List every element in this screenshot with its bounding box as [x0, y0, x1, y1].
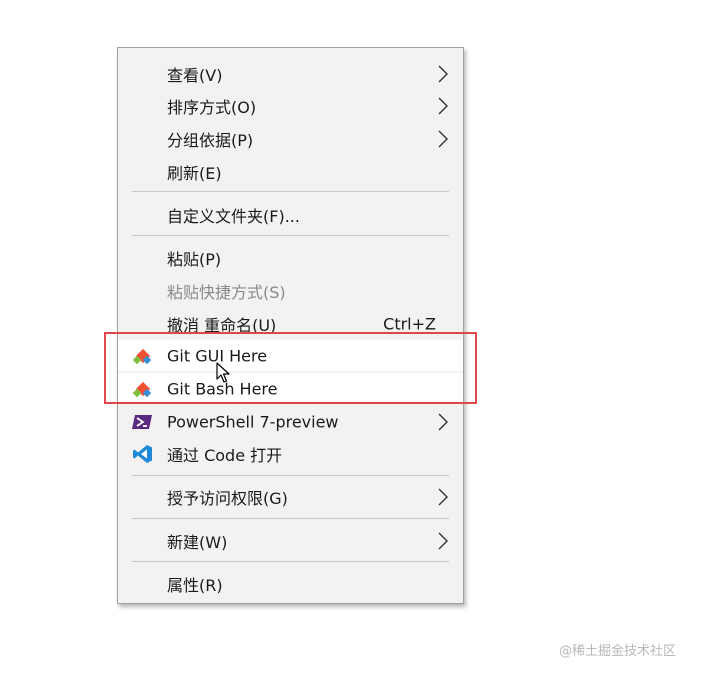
menu-separator [132, 235, 449, 236]
menu-item-customize-folder[interactable]: 自定义文件夹(F)... [118, 199, 463, 230]
menu-item-label: 属性(R) [167, 575, 223, 595]
chevron-right-icon [438, 488, 448, 505]
menu-item-paste-shortcut: 粘贴快捷方式(S) [118, 275, 463, 306]
menu-item-label: 排序方式(O) [167, 97, 257, 117]
chevron-right-icon [438, 532, 448, 549]
menu-item-label: 粘贴快捷方式(S) [167, 282, 286, 302]
powershell-icon [132, 414, 152, 429]
chevron-right-icon [438, 97, 448, 114]
menu-item-powershell[interactable]: PowerShell 7-preview [118, 406, 463, 437]
menu-item-view[interactable]: 查看(V) [118, 58, 463, 89]
mouse-cursor-icon [216, 362, 230, 383]
context-menu: 查看(V) 排序方式(O) 分组依据(P) 刷新(E) 自定义文件夹(F)...… [117, 47, 464, 604]
menu-separator [132, 191, 449, 192]
vscode-icon [133, 444, 152, 463]
menu-item-group-by[interactable]: 分组依据(P) [118, 123, 463, 154]
menu-item-label: 自定义文件夹(F)... [167, 206, 300, 226]
menu-item-label: 分组依据(P) [167, 130, 254, 150]
chevron-right-icon [438, 65, 448, 82]
menu-item-label: 查看(V) [167, 65, 223, 85]
menu-item-label: 新建(W) [167, 532, 228, 552]
menu-item-label: 刷新(E) [167, 163, 222, 183]
menu-item-open-with-code[interactable]: 通过 Code 打开 [118, 438, 463, 469]
menu-item-label: PowerShell 7-preview [167, 412, 339, 431]
menu-item-sort-by[interactable]: 排序方式(O) [118, 90, 463, 121]
menu-separator [132, 518, 449, 519]
shortcut-label: Ctrl+Z [383, 314, 436, 333]
menu-item-new[interactable]: 新建(W) [118, 525, 463, 556]
highlight-annotation-box [104, 332, 477, 404]
menu-item-give-access[interactable]: 授予访问权限(G) [118, 481, 463, 512]
menu-item-properties[interactable]: 属性(R) [118, 568, 463, 599]
menu-item-paste[interactable]: 粘贴(P) [118, 242, 463, 273]
menu-separator [132, 475, 449, 476]
chevron-right-icon [438, 130, 448, 147]
menu-item-label: 粘贴(P) [167, 249, 222, 269]
menu-separator [132, 561, 449, 562]
menu-item-label: 授予访问权限(G) [167, 488, 288, 508]
menu-item-refresh[interactable]: 刷新(E) [118, 156, 463, 187]
watermark: @稀土掘金技术社区 [559, 644, 677, 659]
menu-item-label: 通过 Code 打开 [167, 445, 283, 465]
chevron-right-icon [438, 413, 448, 430]
